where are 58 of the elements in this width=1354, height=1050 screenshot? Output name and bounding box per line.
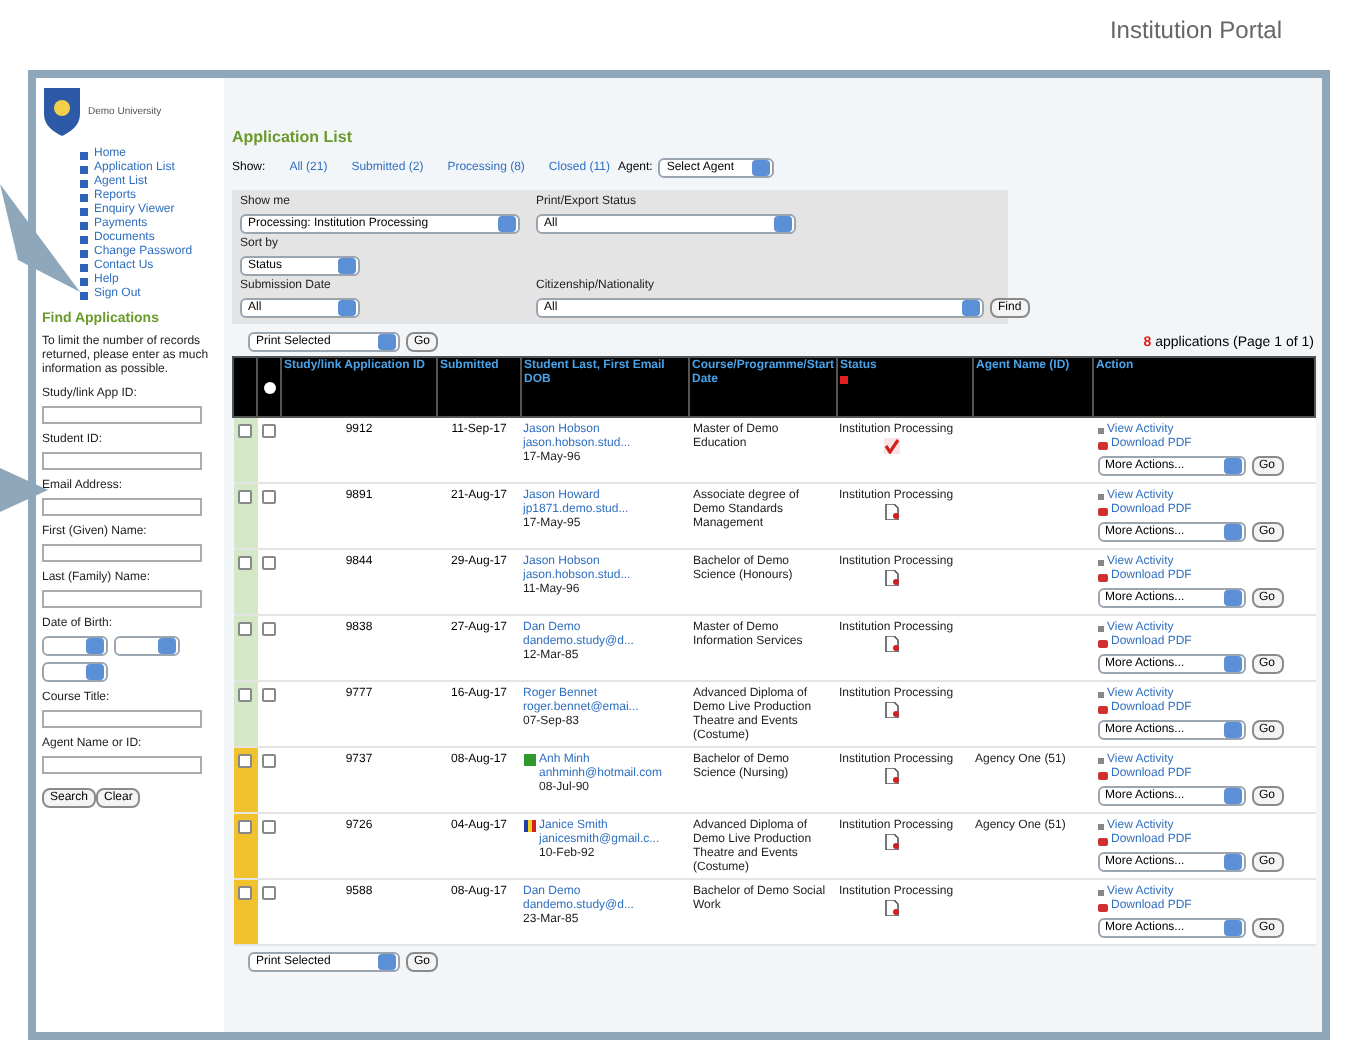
input-field[interactable] [42, 590, 202, 608]
bullet-icon [80, 179, 88, 187]
page-title: Application List [232, 128, 354, 146]
month-dropdown[interactable] [114, 636, 180, 656]
bullet-icon [1097, 428, 1103, 434]
bullet-icon [1097, 626, 1103, 632]
select-all-icon[interactable] [263, 381, 275, 393]
bullet-icon [80, 263, 88, 271]
expand-icon[interactable] [237, 754, 251, 768]
bullet-icon [80, 151, 88, 159]
pdf-icon [1097, 837, 1107, 845]
bullet-icon [1097, 494, 1103, 500]
row-checkbox[interactable] [261, 886, 275, 900]
sort-indicator-icon [840, 376, 848, 384]
pdf-icon [1097, 705, 1107, 713]
bullet-icon [80, 207, 88, 215]
bullet-icon [1097, 692, 1103, 698]
pdf-icon [1097, 441, 1107, 449]
input-field[interactable] [42, 756, 202, 774]
input-field[interactable] [42, 498, 202, 516]
pdf-icon [1097, 639, 1107, 647]
bullet-icon [80, 165, 88, 173]
bullet-icon [80, 291, 88, 299]
row-checkbox[interactable] [261, 754, 275, 768]
pdf-icon [1097, 507, 1107, 515]
expand-icon[interactable] [237, 556, 251, 570]
row-checkbox[interactable] [261, 490, 275, 504]
row-checkbox[interactable] [261, 556, 275, 570]
pdf-icon [1097, 771, 1107, 779]
page-caption: Institution Portal [1109, 14, 1282, 48]
bullet-icon [1097, 758, 1103, 764]
input-field[interactable] [42, 406, 202, 424]
bullet-icon [80, 193, 88, 201]
row-checkbox[interactable] [261, 820, 275, 834]
expand-icon[interactable] [237, 424, 251, 438]
pdf-icon [1097, 573, 1107, 581]
expand-icon[interactable] [237, 820, 251, 834]
bullet-icon [80, 277, 88, 285]
shield-logo-icon [42, 86, 82, 138]
input-field[interactable] [42, 452, 202, 470]
pdf-icon [1097, 903, 1107, 911]
row-checkbox[interactable] [261, 688, 275, 702]
day-dropdown[interactable] [42, 636, 108, 656]
row-checkbox[interactable] [261, 424, 275, 438]
expand-icon[interactable] [237, 622, 251, 636]
expand-icon[interactable] [237, 490, 251, 504]
year-dropdown[interactable] [42, 662, 108, 682]
bullet-icon [1097, 560, 1103, 566]
row-checkbox[interactable] [261, 622, 275, 636]
input-field[interactable] [42, 544, 202, 562]
expand-icon[interactable] [237, 688, 251, 702]
bullet-icon [80, 221, 88, 229]
input-field[interactable] [42, 710, 202, 728]
expand-icon[interactable] [237, 886, 251, 900]
bullet-icon [80, 249, 88, 257]
bullet-icon [1097, 890, 1103, 896]
bullet-icon [80, 235, 88, 243]
bullet-icon [1097, 824, 1103, 830]
